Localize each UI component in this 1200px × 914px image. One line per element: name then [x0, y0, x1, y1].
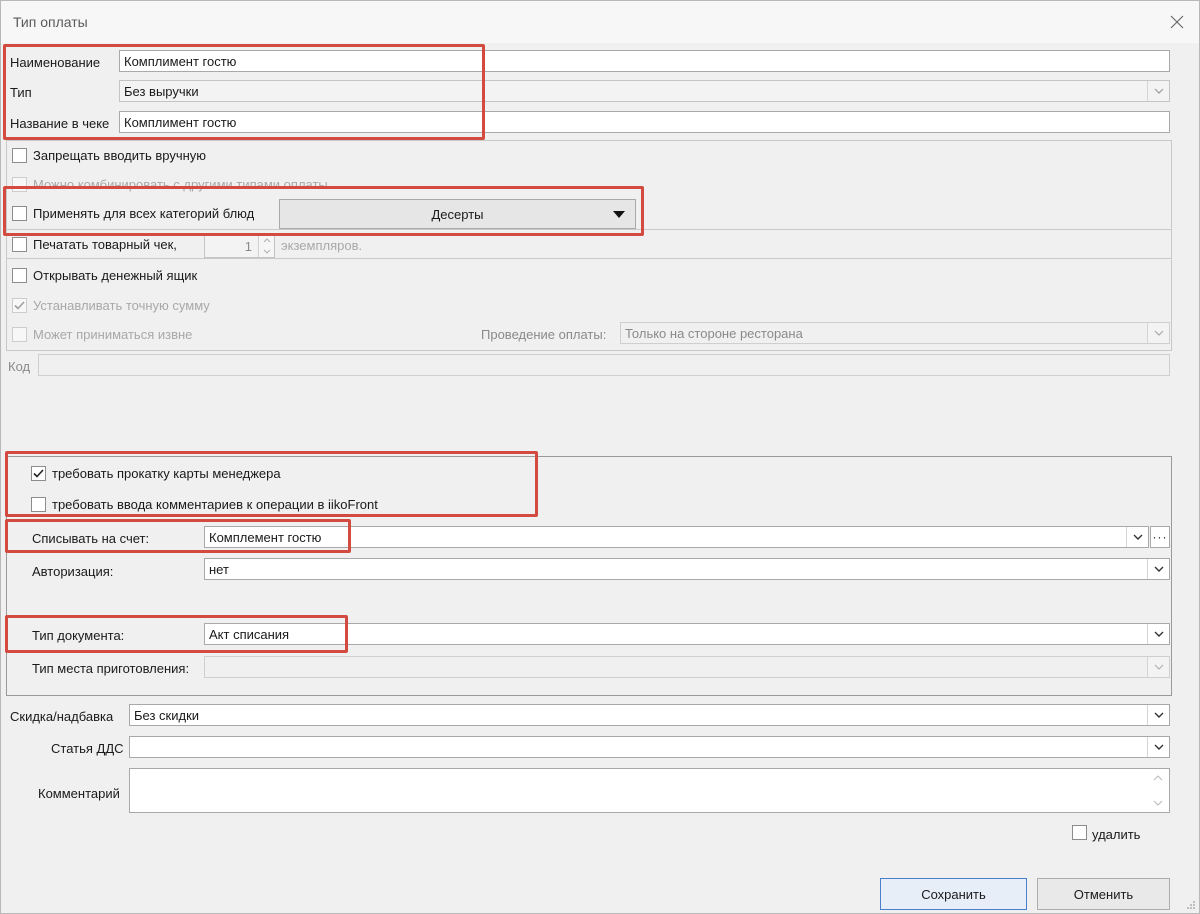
payment-type-dialog: Тип оплаты Наименование Комплимент гостю…: [0, 0, 1200, 914]
copies-value: 1: [244, 239, 252, 254]
print-receipt-label: Печатать товарный чек,: [33, 237, 177, 252]
scroll-down-icon[interactable]: [1153, 800, 1163, 806]
chevron-down-icon[interactable]: [1147, 323, 1169, 343]
type-label: Тип: [10, 85, 32, 100]
forbid-manual-checkbox[interactable]: [12, 148, 27, 163]
chevron-down-icon[interactable]: [1147, 657, 1169, 677]
processing-select[interactable]: Только на стороне ресторана: [620, 322, 1170, 344]
scroll-up-icon[interactable]: [1153, 775, 1163, 781]
chevron-down-icon[interactable]: [1126, 527, 1148, 547]
processing-select-value: Только на стороне ресторана: [625, 326, 803, 341]
window-title: Тип оплаты: [13, 14, 88, 30]
doc-type-select[interactable]: Акт списания: [204, 623, 1170, 645]
place-type-select[interactable]: [204, 656, 1170, 678]
require-comment-checkbox[interactable]: [31, 497, 46, 512]
require-card-label: требовать прокатку карты менеджера: [52, 466, 281, 481]
apply-all-categories-label: Применять для всех категорий блюд: [33, 206, 255, 221]
combine-checkbox[interactable]: [12, 177, 27, 192]
triangle-down-icon: [613, 211, 625, 218]
copies-unit-label: экземпляров.: [281, 238, 363, 253]
auth-select-value: нет: [209, 562, 229, 577]
print-receipt-row: [6, 229, 1172, 259]
save-button[interactable]: Сохранить: [880, 878, 1027, 910]
apply-all-categories-checkbox[interactable]: [12, 206, 27, 221]
chevron-down-icon[interactable]: [1147, 624, 1169, 644]
print-receipt-checkbox[interactable]: [12, 237, 27, 252]
place-type-label: Тип места приготовления:: [32, 661, 190, 676]
exact-sum-checkbox[interactable]: [12, 298, 27, 313]
auth-select[interactable]: нет: [204, 558, 1170, 580]
open-drawer-label: Открывать денежный ящик: [33, 268, 198, 283]
receipt-name-input[interactable]: Комплимент гостю: [119, 111, 1170, 133]
ellipsis-icon: ···: [1152, 530, 1168, 544]
auth-label: Авторизация:: [32, 564, 114, 579]
type-select[interactable]: Без выручки: [119, 80, 1170, 102]
type-select-value: Без выручки: [124, 84, 199, 99]
resize-grip-icon[interactable]: [1186, 900, 1196, 910]
dds-select[interactable]: [129, 736, 1170, 758]
check-icon: [14, 301, 25, 310]
delete-label: удалить: [1092, 827, 1141, 842]
require-card-checkbox[interactable]: [31, 466, 46, 481]
doc-type-label: Тип документа:: [32, 628, 125, 643]
spin-down-icon[interactable]: [263, 249, 271, 254]
code-input[interactable]: [38, 354, 1170, 376]
name-input[interactable]: Комплимент гостю: [119, 50, 1170, 72]
doc-type-select-value: Акт списания: [209, 627, 290, 642]
receipt-name-label: Название в чеке: [10, 116, 110, 131]
require-comment-label: требовать ввода комментариев к операции …: [52, 497, 378, 512]
cancel-button[interactable]: Отменить: [1037, 878, 1170, 910]
comment-label: Комментарий: [38, 786, 120, 801]
account-select[interactable]: Комплемент гостю: [204, 526, 1149, 548]
open-drawer-checkbox[interactable]: [12, 268, 27, 283]
dds-label: Статья ДДС: [51, 741, 124, 756]
chevron-down-icon[interactable]: [1147, 705, 1169, 725]
account-select-value: Комплемент гостю: [209, 530, 322, 545]
category-dropdown-value: Десерты: [431, 206, 484, 222]
discount-select[interactable]: Без скидки: [129, 704, 1170, 726]
external-label: Может приниматься извне: [33, 327, 193, 342]
chevron-down-icon[interactable]: [1147, 81, 1169, 101]
close-button[interactable]: [1163, 9, 1191, 35]
forbid-manual-label: Запрещать вводить вручную: [33, 148, 207, 163]
processing-label: Проведение оплаты:: [481, 327, 607, 342]
discount-select-value: Без скидки: [134, 708, 200, 723]
discount-label: Скидка/надбавка: [10, 709, 114, 724]
external-checkbox[interactable]: [12, 327, 27, 342]
check-icon: [33, 469, 44, 478]
comment-scrollbar[interactable]: [1147, 769, 1169, 812]
title-bar: Тип оплаты: [1, 1, 1199, 43]
exact-sum-label: Устанавливать точную сумму: [33, 298, 210, 313]
account-label: Списывать на счет:: [32, 531, 150, 546]
combine-label: Можно комбинировать с другими типами опл…: [33, 177, 328, 192]
category-dropdown[interactable]: Десерты: [279, 199, 636, 229]
spin-up-icon[interactable]: [263, 238, 271, 243]
delete-checkbox[interactable]: [1072, 825, 1087, 840]
code-label: Код: [8, 359, 31, 374]
account-more-button[interactable]: ···: [1150, 526, 1170, 548]
chevron-down-icon[interactable]: [1147, 737, 1169, 757]
close-icon: [1170, 15, 1184, 29]
chevron-down-icon[interactable]: [1147, 559, 1169, 579]
copies-stepper[interactable]: 1: [204, 234, 275, 258]
name-label: Наименование: [10, 55, 101, 70]
comment-textarea[interactable]: [129, 768, 1170, 813]
